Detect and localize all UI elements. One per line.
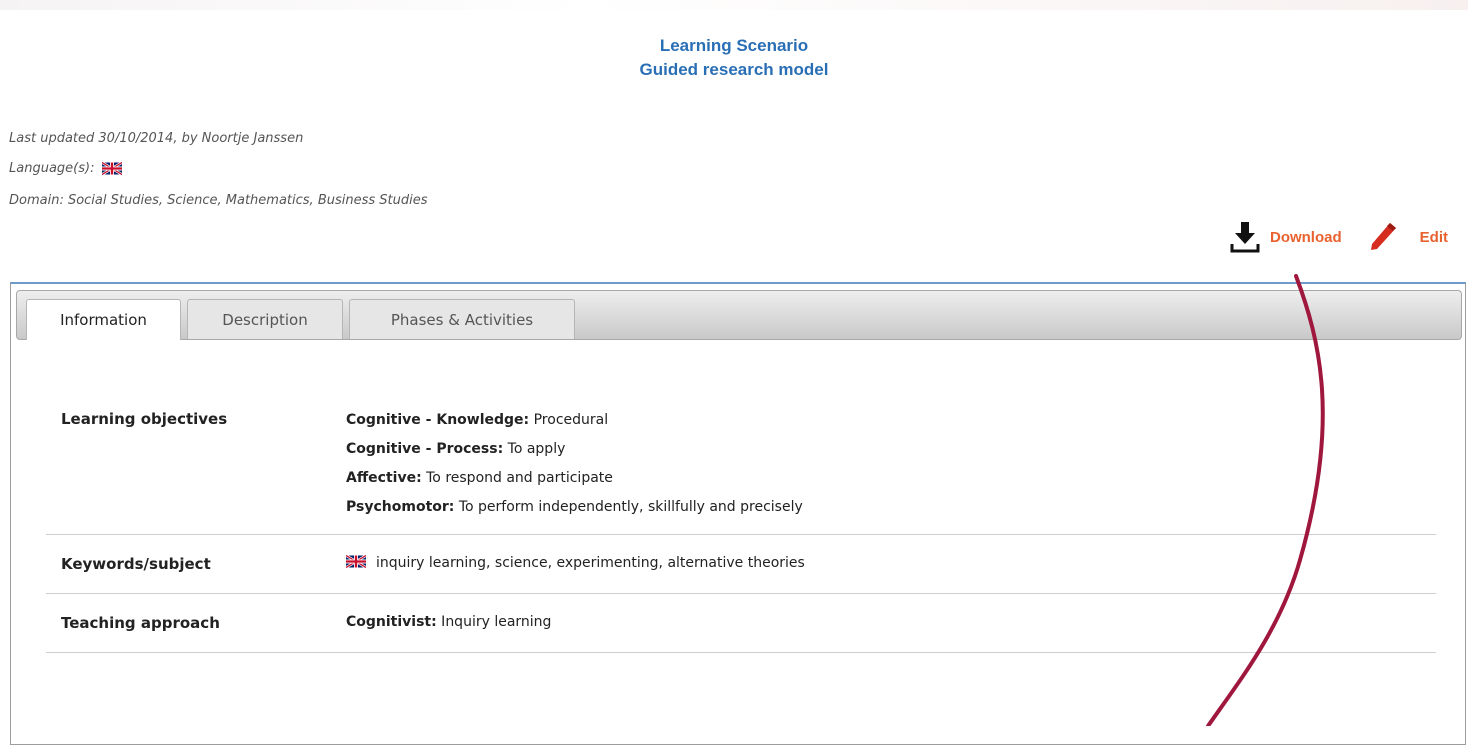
languages-row: Language(s): — [9, 161, 123, 176]
languages-label: Language(s): — [9, 161, 95, 176]
page-title-line1: Learning Scenario — [659, 36, 809, 55]
page-title: Learning Scenario Guided research model — [0, 34, 1468, 82]
learning-objectives-value: Cognitive - Knowledge: Procedural Cognit… — [345, 394, 1436, 535]
objective-value: To perform independently, skillfully and… — [454, 499, 803, 515]
tab-phases-activities[interactable]: Phases & Activities — [349, 299, 575, 339]
action-bar: Download Edit — [1230, 220, 1448, 254]
objective-key: Affective: — [346, 470, 422, 486]
edit-link[interactable]: Edit — [1420, 229, 1448, 246]
teaching-approach-value: Cognitivist: Inquiry learning — [345, 593, 1436, 653]
download-link[interactable]: Download — [1270, 229, 1342, 246]
teaching-approach-text: Inquiry learning — [436, 614, 552, 630]
tab-information[interactable]: Information — [26, 299, 181, 340]
table-row: Learning objectives Cognitive - Knowledg… — [46, 394, 1436, 535]
last-updated-text: Last updated 30/10/2014, by Noortje Jans… — [9, 131, 303, 146]
objective-value: To respond and participate — [421, 470, 613, 486]
objective-key: Cognitive - Knowledge: — [346, 412, 530, 428]
objective-line: Cognitive - Knowledge: Procedural — [346, 406, 1435, 435]
objective-value: To apply — [503, 441, 566, 457]
objective-line: Psychomotor: To perform independently, s… — [346, 493, 1435, 522]
learning-objectives-label: Learning objectives — [46, 394, 345, 535]
teaching-approach-key: Cognitivist: — [346, 614, 437, 630]
tab-bar: Information Description Phases & Activit… — [16, 290, 1462, 340]
keywords-text: inquiry learning, science, experimenting… — [376, 555, 805, 571]
top-gradient-strip — [0, 0, 1468, 10]
keywords-value: inquiry learning, science, experimenting… — [345, 534, 1436, 594]
download-icon[interactable] — [1230, 220, 1260, 254]
table-row: Keywords/subject inquiry learning, scien… — [46, 534, 1436, 594]
domain-label: Domain: Social Studies, Science, Mathema… — [9, 193, 428, 208]
page-title-line2: Guided research model — [639, 60, 829, 79]
domain-text: Domain: Social Studies, Science, Mathema… — [9, 193, 428, 208]
objective-value: Procedural — [529, 412, 609, 428]
teaching-approach-label: Teaching approach — [46, 593, 345, 653]
objective-key: Cognitive - Process: — [346, 441, 504, 457]
objective-line: Affective: To respond and participate — [346, 464, 1435, 493]
table-row: Teaching approach Cognitivist: Inquiry l… — [46, 593, 1436, 653]
tab-description[interactable]: Description — [187, 299, 343, 339]
objective-key: Psychomotor: — [346, 499, 455, 515]
last-updated-label: Last updated 30/10/2014, by Noortje Jans… — [9, 131, 304, 146]
uk-flag-icon — [346, 555, 366, 568]
pencil-icon[interactable] — [1366, 220, 1400, 254]
info-panel: Information Description Phases & Activit… — [10, 282, 1466, 745]
objective-line: Cognitive - Process: To apply — [346, 435, 1435, 464]
uk-flag-icon — [102, 162, 123, 175]
keywords-label: Keywords/subject — [46, 534, 345, 594]
information-table: Learning objectives Cognitive - Knowledg… — [46, 394, 1436, 653]
